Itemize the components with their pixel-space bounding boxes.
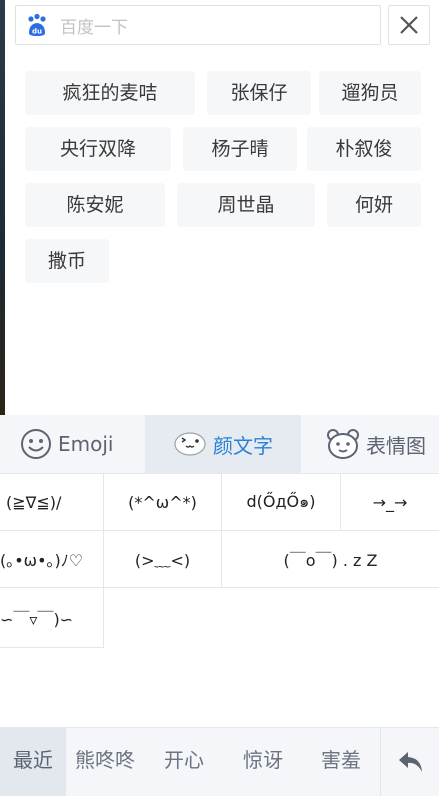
hot-search-item[interactable]: 陈安妮 — [25, 183, 165, 227]
close-button[interactable] — [388, 5, 430, 45]
keyboard-tab-bar: Emoji 颜文字 表情图 — [0, 415, 439, 474]
hot-search-item[interactable]: 杨子晴 — [183, 127, 297, 171]
kaomoji-item[interactable]: ∽￣▿￣)∽ — [0, 588, 104, 648]
tab-label: 表情图 — [366, 433, 426, 458]
emoji-face-icon — [21, 429, 51, 459]
search-placeholder: 百度一下 — [60, 17, 128, 38]
back-button[interactable] — [380, 728, 439, 796]
tab-kaomoji[interactable]: 颜文字 — [145, 415, 301, 473]
kaomoji-item[interactable]: →_→ — [341, 474, 439, 531]
category-bear[interactable]: 熊咚咚 — [66, 728, 144, 796]
svg-text:du: du — [32, 28, 42, 36]
hot-search-item[interactable]: 朴叙俊 — [307, 127, 421, 171]
hot-search-item[interactable]: 何妍 — [327, 183, 421, 227]
category-surprised[interactable]: 惊讶 — [224, 728, 302, 796]
kaomoji-item[interactable]: (｡•ω•｡)ﾉ♡ — [0, 531, 104, 588]
category-recent[interactable]: 最近 — [0, 728, 66, 796]
kaomoji-icon — [174, 432, 206, 456]
close-icon — [400, 16, 418, 34]
hot-search-item[interactable]: 央行双降 — [25, 127, 171, 171]
tab-label: 颜文字 — [213, 433, 273, 458]
tab-label: Emoji — [58, 432, 114, 456]
hot-search-item[interactable]: 遛狗员 — [319, 71, 421, 115]
category-bar: 最近 熊咚咚 开心 惊讶 害羞 — [0, 727, 439, 796]
kaomoji-item[interactable]: (￣o￣) . z Z — [222, 531, 439, 588]
tab-stickers[interactable]: 表情图 — [326, 415, 439, 473]
category-shy[interactable]: 害羞 — [302, 728, 380, 796]
tab-emoji[interactable]: Emoji — [20, 415, 140, 473]
return-arrow-icon — [398, 752, 422, 772]
hot-search-item[interactable]: 撒币 — [25, 239, 109, 283]
category-happy[interactable]: 开心 — [144, 728, 224, 796]
kaomoji-item[interactable]: (*^ω^*) — [104, 474, 222, 531]
hot-search-item[interactable]: 周世晶 — [177, 183, 315, 227]
hot-search-item[interactable]: 疯狂的麦咭 — [25, 71, 195, 115]
bear-sticker-icon — [327, 429, 359, 459]
search-input[interactable]: du 百度一下 — [15, 5, 381, 45]
hot-search-item[interactable]: 张保仔 — [207, 71, 311, 115]
kaomoji-item[interactable]: (≧∇≦)/ — [0, 474, 104, 531]
kaomoji-keyboard: Emoji 颜文字 表情图 (≧∇≦)/ (*^ω^*) d(ŐдŐ๑) →_→… — [0, 415, 439, 796]
kaomoji-item[interactable]: d(ŐдŐ๑) — [222, 474, 341, 531]
kaomoji-item[interactable]: (>﹏<) — [104, 531, 222, 588]
background-app-edge — [0, 0, 5, 415]
baidu-paw-icon: du — [28, 13, 46, 36]
